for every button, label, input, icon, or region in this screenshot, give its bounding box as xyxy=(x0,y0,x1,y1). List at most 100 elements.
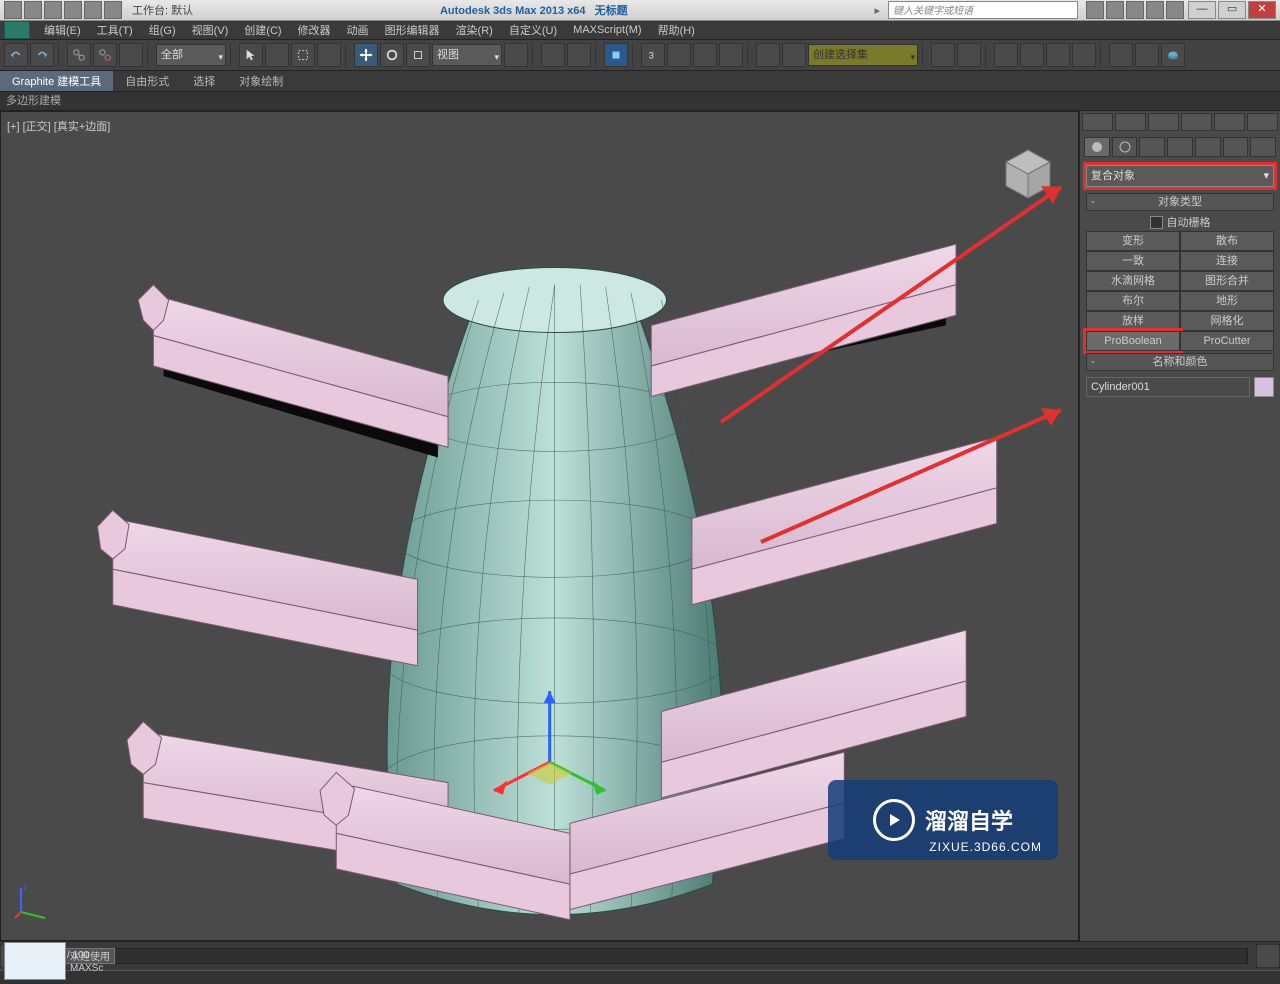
time-ruler[interactable] xyxy=(0,970,1280,984)
manip-icon[interactable] xyxy=(541,43,565,67)
menu-view[interactable]: 视图(V) xyxy=(184,22,237,38)
render-setup-icon[interactable] xyxy=(1109,43,1133,67)
autogrid-checkbox[interactable] xyxy=(1150,216,1163,229)
btn-shapemerge[interactable]: 图形合并 xyxy=(1180,271,1274,291)
menu-modifiers[interactable]: 修改器 xyxy=(290,22,339,38)
move-icon[interactable] xyxy=(354,43,378,67)
welcome-popup[interactable]: 欢迎使用 MAXSc xyxy=(4,942,110,980)
select-rect-icon[interactable] xyxy=(291,43,315,67)
min-button[interactable]: — xyxy=(1188,1,1216,19)
menu-help[interactable]: 帮助(H) xyxy=(650,22,703,38)
tb-icon-placeholder[interactable] xyxy=(1106,1,1124,19)
menu-create[interactable]: 创建(C) xyxy=(236,22,289,38)
tab-select[interactable]: 选择 xyxy=(181,71,227,91)
close-button[interactable]: ✕ xyxy=(1248,1,1276,19)
btn-morph[interactable]: 变形 xyxy=(1086,231,1180,251)
menu-render[interactable]: 渲染(R) xyxy=(448,22,501,38)
mirror-icon[interactable] xyxy=(931,43,955,67)
tab-graphite[interactable]: Graphite 建模工具 xyxy=(0,71,113,91)
cmd-icon[interactable] xyxy=(1115,113,1146,131)
curve-editor-icon[interactable] xyxy=(1020,43,1044,67)
tb-icon-placeholder[interactable] xyxy=(1146,1,1164,19)
unlink-icon[interactable] xyxy=(93,43,117,67)
rotate-icon[interactable] xyxy=(380,43,404,67)
tb-icon-placeholder[interactable] xyxy=(84,1,102,19)
selection-filter-dropdown[interactable]: 全部 xyxy=(156,44,226,66)
tb-icon-placeholder[interactable] xyxy=(104,1,122,19)
material-editor-icon[interactable] xyxy=(1072,43,1096,67)
pivot-icon[interactable] xyxy=(504,43,528,67)
snap-angle-icon[interactable] xyxy=(667,43,691,67)
cmd-icon[interactable] xyxy=(1082,113,1113,131)
tab-systems-icon[interactable] xyxy=(1250,137,1276,157)
align-icon[interactable] xyxy=(957,43,981,67)
time-slider[interactable]: 0 / 100 xyxy=(32,948,1248,964)
link-icon[interactable] xyxy=(67,43,91,67)
redo-icon[interactable] xyxy=(30,43,54,67)
menu-customize[interactable]: 自定义(U) xyxy=(501,22,565,38)
schematic-icon[interactable] xyxy=(1046,43,1070,67)
tab-lights-icon[interactable] xyxy=(1139,137,1165,157)
btn-conform[interactable]: 一致 xyxy=(1086,251,1180,271)
tb-icon-placeholder[interactable] xyxy=(24,1,42,19)
viewcube-icon[interactable] xyxy=(998,142,1058,202)
btn-terrain[interactable]: 地形 xyxy=(1180,291,1274,311)
window-cross-icon[interactable] xyxy=(317,43,341,67)
cmd-icon[interactable] xyxy=(1148,113,1179,131)
undo-icon[interactable] xyxy=(4,43,28,67)
named-sel-edit-icon[interactable] xyxy=(782,43,806,67)
ribbon-subrow[interactable]: 多边形建模 xyxy=(0,92,1280,111)
render-frame-icon[interactable] xyxy=(1135,43,1159,67)
menu-grapheditors[interactable]: 图形编辑器 xyxy=(377,22,448,38)
cmd-icon[interactable] xyxy=(1181,113,1212,131)
app-menu-icon[interactable] xyxy=(4,21,30,39)
render-icon[interactable] xyxy=(1161,43,1185,67)
keyboard-icon[interactable] xyxy=(567,43,591,67)
tab-paint[interactable]: 对象绘制 xyxy=(227,71,295,91)
tb-icon-placeholder[interactable] xyxy=(1126,1,1144,19)
bind-icon[interactable] xyxy=(119,43,143,67)
tab-spacewarps-icon[interactable] xyxy=(1223,137,1249,157)
btn-scatter[interactable]: 散布 xyxy=(1180,231,1274,251)
tab-cameras-icon[interactable] xyxy=(1167,137,1193,157)
btn-boolean[interactable]: 布尔 xyxy=(1086,291,1180,311)
named-selection-dropdown[interactable]: 创建选择集 xyxy=(808,44,918,66)
snap-spinner-icon[interactable] xyxy=(719,43,743,67)
menu-tools[interactable]: 工具(T) xyxy=(89,22,141,38)
help-search-input[interactable]: 键入关键字或短语 xyxy=(888,1,1078,19)
tb-icon-placeholder[interactable] xyxy=(1166,1,1184,19)
btn-loft[interactable]: 放样 xyxy=(1086,311,1180,331)
btn-mesher[interactable]: 网格化 xyxy=(1180,311,1274,331)
tb-icon-placeholder[interactable] xyxy=(1086,1,1104,19)
cmd-icon[interactable] xyxy=(1214,113,1245,131)
select-icon[interactable] xyxy=(239,43,263,67)
btn-connect[interactable]: 连接 xyxy=(1180,251,1274,271)
menu-edit[interactable]: 编辑(E) xyxy=(36,22,89,38)
menu-group[interactable]: 组(G) xyxy=(141,22,184,38)
tab-shapes-icon[interactable] xyxy=(1112,137,1138,157)
tab-geometry-icon[interactable] xyxy=(1084,137,1110,157)
layers-icon[interactable] xyxy=(994,43,1018,67)
cmd-icon[interactable] xyxy=(1247,113,1278,131)
refcoord-dropdown[interactable]: 视图 xyxy=(432,44,502,66)
create-category-dropdown[interactable]: 复合对象 xyxy=(1086,165,1274,187)
tab-helpers-icon[interactable] xyxy=(1195,137,1221,157)
tb-icon-placeholder[interactable] xyxy=(44,1,62,19)
select-name-icon[interactable] xyxy=(265,43,289,67)
timeline-right-icon[interactable] xyxy=(1256,944,1280,968)
menu-animation[interactable]: 动画 xyxy=(339,22,377,38)
snap-3-icon[interactable]: 3 xyxy=(641,43,665,67)
scale-icon[interactable] xyxy=(406,43,430,67)
btn-blobmesh[interactable]: 水滴网格 xyxy=(1086,271,1180,291)
snap-2d-icon[interactable] xyxy=(604,43,628,67)
named-sel-icon[interactable] xyxy=(756,43,780,67)
object-color-swatch[interactable] xyxy=(1254,377,1274,397)
btn-procutter[interactable]: ProCutter xyxy=(1180,331,1274,351)
auto-grid-row[interactable]: 自动栅格 xyxy=(1080,213,1280,231)
max-button[interactable]: ▭ xyxy=(1218,1,1246,19)
snap-percent-icon[interactable] xyxy=(693,43,717,67)
tab-freeform[interactable]: 自由形式 xyxy=(113,71,181,91)
rollout-object-type[interactable]: 对象类型 xyxy=(1086,193,1274,211)
viewport[interactable]: [+] [正交] [真实+边面] xyxy=(0,111,1079,941)
workspace-label[interactable]: 工作台: 默认 xyxy=(132,2,193,18)
